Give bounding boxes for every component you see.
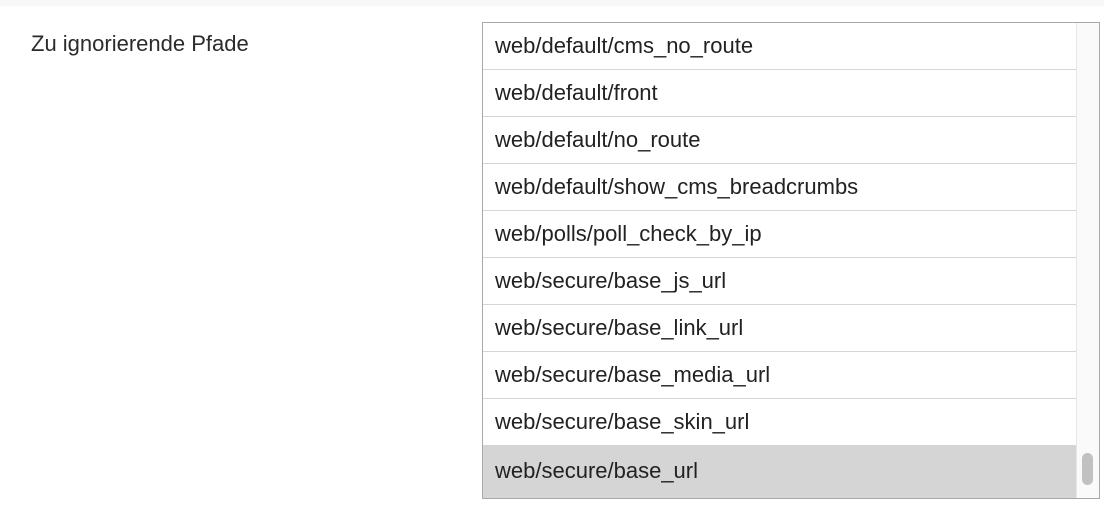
vertical-scrollbar[interactable] [1076,23,1099,498]
list-option[interactable]: web/secure/base_media_url [483,352,1076,399]
list-option[interactable]: web/secure/base_js_url [483,258,1076,305]
list-option[interactable]: web/secure/base_skin_url [483,399,1076,446]
header-band [0,0,1104,6]
options-list: web/default/cms_no_route web/default/fro… [483,23,1076,498]
list-option[interactable]: web/secure/base_link_url [483,305,1076,352]
scrollbar-thumb[interactable] [1082,453,1093,485]
list-option[interactable]: web/default/cms_no_route [483,23,1076,70]
ignored-paths-label: Zu ignorierende Pfade [31,31,249,56]
list-option[interactable]: web/default/no_route [483,117,1076,164]
list-option-selected[interactable]: web/secure/base_url [483,446,1076,498]
list-option[interactable]: web/default/front [483,70,1076,117]
config-field-row: Zu ignorierende Pfade web/default/cms_no… [0,0,1104,510]
list-option[interactable]: web/default/show_cms_breadcrumbs [483,164,1076,211]
list-option[interactable]: web/polls/poll_check_by_ip [483,211,1076,258]
ignored-paths-multiselect[interactable]: web/default/cms_no_route web/default/fro… [482,22,1100,499]
